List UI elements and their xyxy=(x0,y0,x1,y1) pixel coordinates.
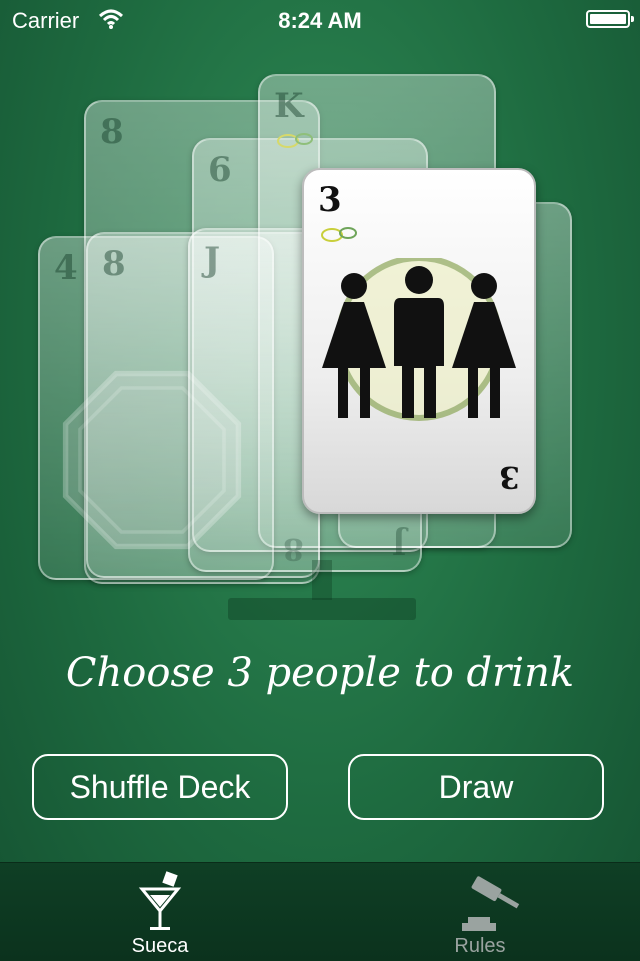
draw-button[interactable]: Draw xyxy=(348,754,604,820)
cocktail-icon xyxy=(138,871,182,930)
card-rank: J xyxy=(391,525,406,560)
card-fan[interactable]: 8 6 K 4 8 8 J J 3 3 xyxy=(0,60,640,620)
card-rank: 3 xyxy=(318,180,342,220)
three-people-icon xyxy=(322,258,516,421)
card-rank: K xyxy=(274,86,304,126)
card-rank: 8 xyxy=(100,112,124,152)
card-rank: J xyxy=(204,240,221,280)
gavel-icon xyxy=(462,876,520,931)
tab-bar: Sueca Rules xyxy=(0,862,640,961)
status-bar: Carrier 8:24 AM xyxy=(0,0,640,40)
tab-sueca[interactable]: Sueca xyxy=(0,863,320,961)
card-rank: 4 xyxy=(54,248,78,288)
tab-rules[interactable]: Rules xyxy=(320,863,640,961)
shuffle-deck-button[interactable]: Shuffle Deck xyxy=(32,754,288,820)
card-rank: 3 xyxy=(499,459,520,494)
lemon-icon xyxy=(321,227,357,242)
card-stand xyxy=(312,560,332,600)
drink-prompt: Choose 3 people to drink xyxy=(65,650,575,696)
card-rank: 6 xyxy=(208,150,232,190)
current-card: 3 3 xyxy=(302,168,536,514)
lemon-icon xyxy=(277,133,313,148)
card-stand-base xyxy=(228,598,416,620)
card-rank: 8 xyxy=(102,244,126,284)
clock: 8:24 AM xyxy=(278,8,362,33)
tab-label: Sueca xyxy=(131,935,189,957)
battery-full-icon xyxy=(586,10,634,28)
tab-label: Rules xyxy=(454,935,506,957)
